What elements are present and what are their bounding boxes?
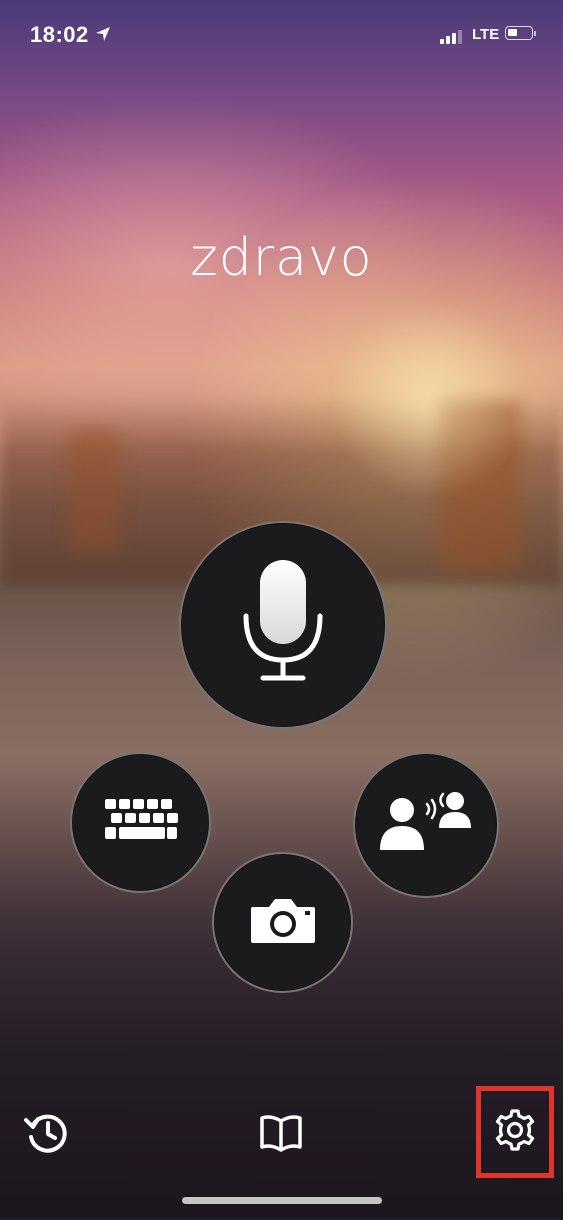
keyboard-icon <box>103 797 179 848</box>
microphone-icon <box>238 558 328 693</box>
conversation-button[interactable] <box>353 752 499 898</box>
battery-icon <box>505 26 533 40</box>
camera-button[interactable] <box>212 852 353 993</box>
background-building <box>70 430 120 550</box>
status-bar: 18:02 LTE <box>0 0 563 70</box>
home-indicator[interactable] <box>182 1197 382 1204</box>
book-icon <box>259 1114 303 1157</box>
camera-icon <box>249 895 317 950</box>
phrasebook-button[interactable] <box>254 1108 308 1162</box>
translation-text: zdravo <box>190 228 373 288</box>
keyboard-button[interactable] <box>70 752 211 893</box>
battery-tip <box>534 31 536 36</box>
gear-icon <box>493 1108 537 1157</box>
history-icon <box>24 1110 70 1161</box>
microphone-button[interactable] <box>179 521 387 729</box>
background-glow <box>330 300 530 500</box>
network-type: LTE <box>472 26 500 43</box>
status-time: 18:02 <box>30 22 89 47</box>
settings-button[interactable] <box>476 1086 554 1178</box>
history-button[interactable] <box>20 1108 74 1162</box>
conversation-icon <box>376 788 476 863</box>
location-arrow-icon <box>95 26 111 47</box>
signal-strength-icon <box>440 30 462 44</box>
